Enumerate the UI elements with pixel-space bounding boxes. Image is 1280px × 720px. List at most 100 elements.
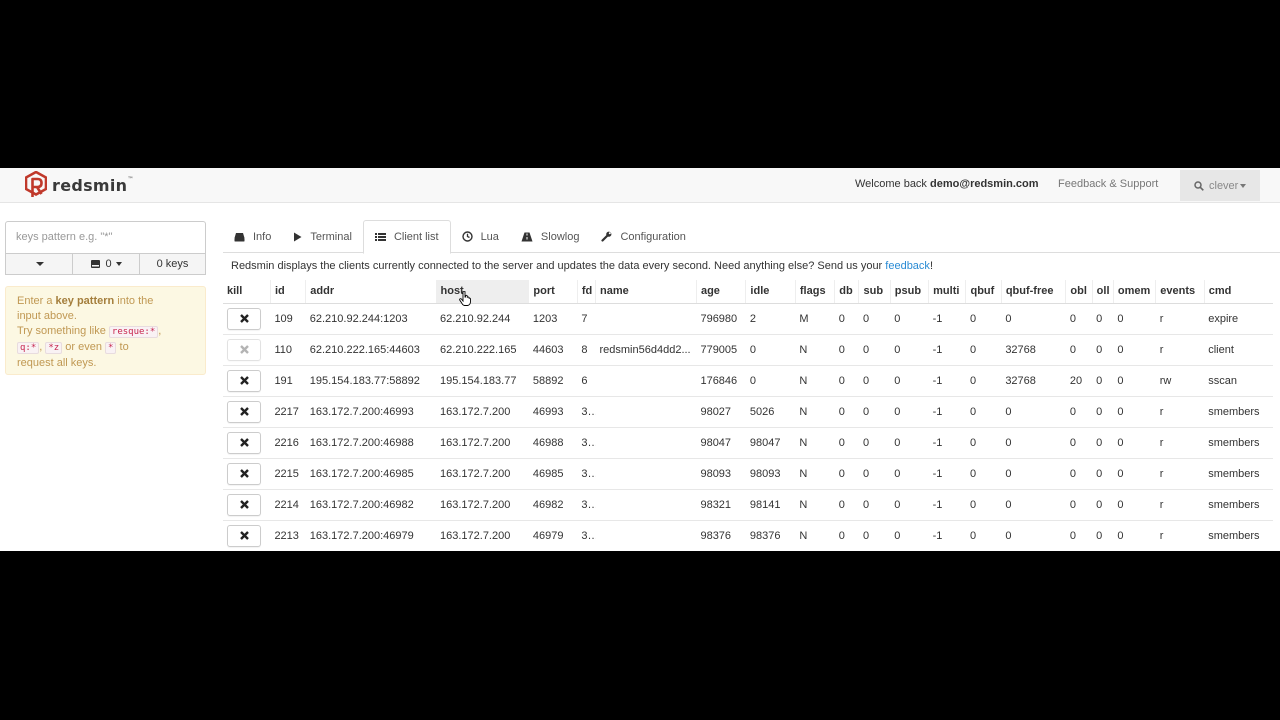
cell-idle: 0 (745, 333, 796, 365)
column-header-sub[interactable]: sub (858, 280, 891, 304)
column-header-fd[interactable]: fd (576, 280, 596, 304)
cell-flags: N (795, 395, 835, 427)
cell-multi: -1 (928, 457, 966, 489)
cell-sub: 0 (858, 302, 891, 334)
kill-cell (223, 457, 271, 489)
code-example: resque:* (108, 326, 159, 338)
client-list-description: Redsmin displays the clients currently c… (231, 260, 933, 272)
cell-flags: N (795, 519, 835, 551)
kill-client-button (227, 338, 261, 361)
cell-events: r (1155, 457, 1205, 489)
column-header-host[interactable]: host (435, 280, 529, 304)
database-selector[interactable]: 0 (73, 254, 140, 274)
column-header-kill[interactable]: kill (223, 280, 271, 304)
cell-qbuf: 0 (965, 519, 1002, 551)
feedback-link[interactable]: feedback (885, 260, 930, 272)
kill-client-button[interactable] (227, 369, 261, 392)
column-header-qbuf-free[interactable]: qbuf-free (1000, 280, 1066, 304)
cell-name (595, 488, 697, 520)
cell-oll: 0 (1092, 364, 1114, 396)
keys-options-dropdown[interactable] (6, 254, 73, 274)
cell-oll: 0 (1092, 457, 1114, 489)
column-header-psub[interactable]: psub (889, 280, 929, 304)
cell-db: 0 (834, 488, 859, 520)
cell-port: 46985 (528, 457, 578, 489)
column-header-oll[interactable]: oll (1091, 280, 1114, 304)
cell-host: 62.210.92.244 (436, 302, 529, 334)
cell-omem: 0 (1113, 426, 1156, 458)
tab-lua[interactable]: Lua (451, 220, 510, 253)
kill-cell (223, 519, 271, 551)
kill-cell (223, 426, 271, 458)
tab-slowlog[interactable]: Slowlog (510, 220, 591, 253)
tab-client-list[interactable]: Client list (362, 220, 451, 254)
column-header-obl[interactable]: obl (1065, 280, 1093, 304)
kill-client-button[interactable] (227, 431, 261, 454)
cell-name (595, 519, 697, 551)
kill-client-button[interactable] (227, 462, 261, 485)
cell-host: 62.210.222.165 (436, 333, 529, 365)
cell-flags: N (795, 457, 835, 489)
caret-down-icon (115, 262, 122, 266)
cell-psub: 0 (890, 488, 929, 520)
cell-fd: 37 (577, 457, 596, 489)
column-header-qbuf[interactable]: qbuf (965, 280, 1002, 304)
cell-obl: 0 (1065, 426, 1093, 458)
cell-sub: 0 (858, 519, 891, 551)
cell-qbuf: 0 (965, 333, 1002, 365)
column-header-id[interactable]: id (269, 280, 306, 304)
kill-client-button[interactable] (227, 307, 261, 330)
tab-configuration[interactable]: Configuration (590, 220, 696, 253)
cell-psub: 0 (890, 395, 929, 427)
cell-fd: 7 (577, 302, 596, 334)
column-header-flags[interactable]: flags (794, 280, 835, 304)
keys-count: 0 keys (156, 258, 189, 270)
column-header-omem[interactable]: omem (1112, 280, 1156, 304)
cell-cmd: client (1204, 333, 1273, 365)
cell-port: 46993 (528, 395, 578, 427)
column-header-multi[interactable]: multi (928, 280, 966, 304)
tab-terminal[interactable]: Terminal (282, 220, 363, 253)
play-icon (294, 232, 302, 241)
keys-pattern-input[interactable]: keys pattern e.g. "*" (5, 221, 206, 253)
column-header-port[interactable]: port (528, 280, 578, 304)
table-row: 110 62.210.222.165:44603 62.210.222.165 446… (223, 333, 1273, 365)
cell-qbuf: 0 (965, 364, 1002, 396)
cell-qbuf-free: 0 (1001, 395, 1066, 427)
cell-flags: N (795, 488, 835, 520)
column-header-addr[interactable]: addr (305, 280, 436, 304)
cell-obl: 0 (1065, 457, 1093, 489)
cell-addr: 163.172.7.200:46985 (305, 457, 436, 489)
cell-port: 46982 (528, 488, 578, 520)
cell-db: 0 (834, 395, 859, 427)
column-header-cmd[interactable]: cmd (1203, 280, 1273, 304)
cell-cmd: smembers (1204, 395, 1273, 427)
cell-oll: 0 (1092, 519, 1114, 551)
cell-idle: 2 (745, 302, 796, 334)
cell-sub: 0 (858, 364, 891, 396)
brand-logo[interactable]: redsmin™ (24, 170, 134, 201)
column-header-db[interactable]: db (834, 280, 859, 304)
cell-events: r (1155, 302, 1205, 334)
cell-psub: 0 (890, 426, 929, 458)
kill-client-button[interactable] (227, 524, 261, 547)
close-icon (239, 345, 249, 354)
column-header-idle[interactable]: idle (745, 280, 796, 304)
server-menu-dropdown[interactable]: clever (1180, 170, 1260, 201)
cell-addr: 62.210.222.165:44603 (305, 333, 436, 365)
column-header-name[interactable]: name (595, 280, 697, 304)
tab-info[interactable]: Info (223, 220, 282, 253)
kill-cell (223, 364, 271, 396)
cell-omem: 0 (1113, 395, 1156, 427)
column-header-age[interactable]: age (695, 280, 746, 304)
cell-qbuf: 0 (965, 457, 1002, 489)
cell-fd: 8 (577, 333, 596, 365)
column-header-events[interactable]: events (1155, 280, 1205, 304)
server-tabs: Info Terminal Client list Lua Slowlog Co… (223, 220, 1280, 254)
cell-qbuf-free: 32768 (1001, 333, 1066, 365)
cell-qbuf: 0 (965, 395, 1002, 427)
kill-client-button[interactable] (227, 493, 261, 516)
feedback-support-link[interactable]: Feedback & Support (1058, 178, 1158, 190)
cell-oll: 0 (1092, 333, 1114, 365)
kill-client-button[interactable] (227, 400, 261, 423)
